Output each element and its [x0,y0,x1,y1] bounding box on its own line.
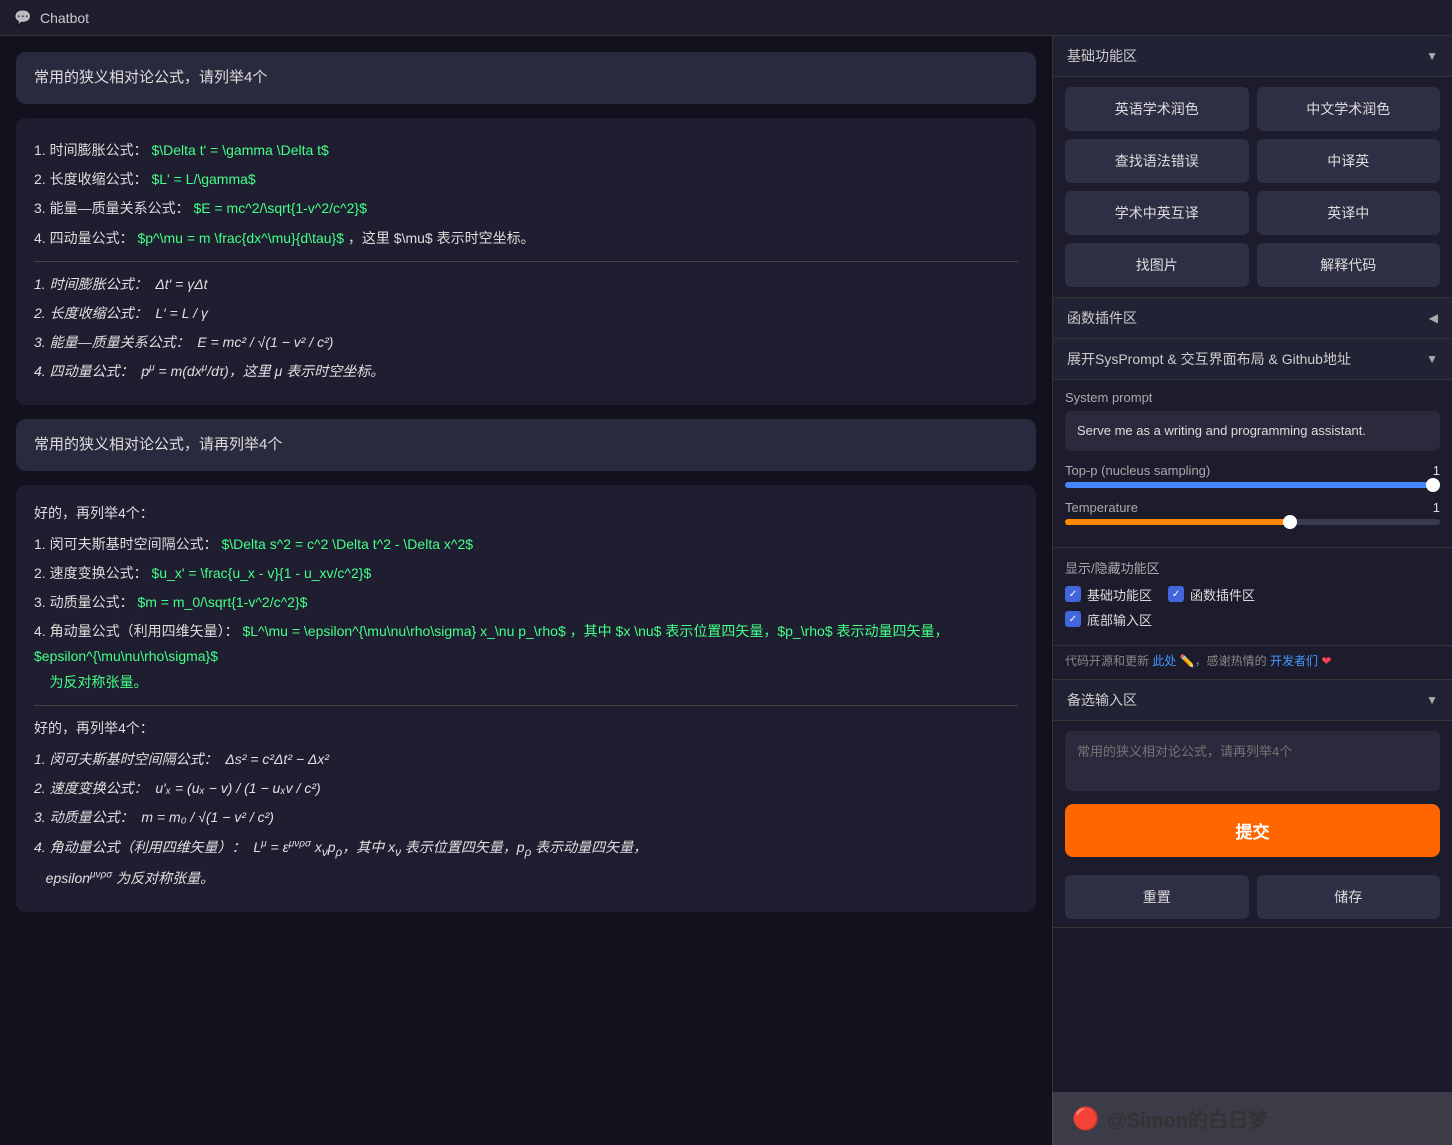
contributors-link[interactable]: 开发者们 [1270,654,1318,668]
source-text-after: ✏️，感谢热情的 [1180,654,1267,668]
temperature-track[interactable] [1065,519,1440,525]
assistant-message-1: 1. 时间膨胀公式： $\Delta t' = \gamma \Delta t$… [16,118,1036,405]
sysprompt-content: System prompt Serve me as a writing and … [1053,380,1452,548]
weibo-icon: 🔴 [1072,1106,1099,1132]
top-p-value: 1 [1433,463,1440,478]
alt-input-arrow: ▼ [1426,693,1438,707]
bottom-buttons: 重置 储存 [1053,867,1452,927]
user-message-1: 常用的狭义相对论公式，请列举4个 [16,52,1036,104]
plugin-section-header[interactable]: 函数插件区 ◀ [1053,298,1452,339]
temperature-label: Temperature [1065,500,1138,515]
chatbot-icon: 💬 [14,9,32,27]
btn-grammar-check[interactable]: 查找语法错误 [1065,139,1249,183]
visibility-section: 显示/隐藏功能区 ✓ 基础功能区 ✓ 函数插件区 ✓ 底部输入区 [1053,548,1452,646]
btn-english-polish[interactable]: 英语学术润色 [1065,87,1249,131]
basic-section-title: 基础功能区 [1067,46,1137,66]
btn-zh-to-en[interactable]: 中译英 [1257,139,1441,183]
user-text-1: 常用的狭义相对论公式，请列举4个 [34,69,267,86]
sysprompt-section-title: 展开SysPrompt & 交互界面布局 & Github地址 [1067,349,1351,369]
temperature-slider-group: Temperature 1 [1065,500,1440,525]
heart-icon: ❤ [1321,654,1331,668]
checkbox-plugin-box: ✓ [1168,586,1184,602]
top-bar-title: Chatbot [40,10,89,26]
user-text-2: 常用的狭义相对论公式，请再列举4个 [34,436,282,453]
submit-button[interactable]: 提交 [1065,804,1440,857]
right-panel: 基础功能区 ▼ 英语学术润色 中文学术润色 查找语法错误 中译英 学术中英互译 … [1052,36,1452,1145]
top-p-slider-group: Top-p (nucleus sampling) 1 [1065,463,1440,488]
btn-en-to-zh[interactable]: 英译中 [1257,191,1441,235]
top-p-fill [1065,482,1440,488]
user-message-2: 常用的狭义相对论公式，请再列举4个 [16,419,1036,471]
checkbox-basic-box: ✓ [1065,586,1081,602]
reset-button[interactable]: 重置 [1065,875,1249,919]
alt-input-textarea[interactable] [1065,731,1440,791]
chat-panel: 常用的狭义相对论公式，请列举4个 1. 时间膨胀公式： $\Delta t' =… [0,36,1052,1145]
temperature-value: 1 [1433,500,1440,515]
source-line: 代码开源和更新 此处 ✏️，感谢热情的 开发者们 ❤ [1053,646,1452,680]
checkbox-basic[interactable]: ✓ 基础功能区 [1065,585,1152,604]
system-prompt-value: Serve me as a writing and programming as… [1065,411,1440,451]
basic-section-arrow: ▼ [1426,49,1438,63]
top-p-label: Top-p (nucleus sampling) [1065,463,1210,478]
top-p-track[interactable] [1065,482,1440,488]
plugin-section-title: 函数插件区 [1067,308,1137,328]
top-bar: 💬 Chatbot [0,0,1452,36]
btn-explain-code[interactable]: 解释代码 [1257,243,1441,287]
checkbox-bottom-box: ✓ [1065,611,1081,627]
main-layout: 常用的狭义相对论公式，请列举4个 1. 时间膨胀公式： $\Delta t' =… [0,36,1452,1145]
basic-functions-grid: 英语学术润色 中文学术润色 查找语法错误 中译英 学术中英互译 英译中 找图片 … [1053,77,1452,298]
temperature-fill [1065,519,1290,525]
checkbox-plugin[interactable]: ✓ 函数插件区 [1168,585,1255,604]
btn-academic-translate[interactable]: 学术中英互译 [1065,191,1249,235]
alt-input-section: 备选输入区 ▼ 提交 重置 储存 [1053,680,1452,928]
source-text-before: 代码开源和更新 [1065,654,1149,668]
top-p-thumb[interactable] [1426,478,1440,492]
btn-find-image[interactable]: 找图片 [1065,243,1249,287]
btn-chinese-polish[interactable]: 中文学术润色 [1257,87,1441,131]
alt-input-title: 备选输入区 [1067,690,1137,710]
assistant-message-2: 好的，再列举4个： 1. 闵可夫斯基时空间隔公式： $\Delta s^2 = … [16,485,1036,912]
checkbox-bottom-input[interactable]: ✓ 底部输入区 [1065,610,1152,629]
plugin-section-arrow: ◀ [1429,311,1438,325]
save-button[interactable]: 储存 [1257,875,1441,919]
system-prompt-label: System prompt [1065,390,1440,405]
sysprompt-arrow: ▼ [1426,352,1438,366]
temperature-thumb[interactable] [1283,515,1297,529]
watermark-text: @Simon的白日梦 [1107,1104,1268,1133]
watermark: 🔴 @Simon的白日梦 [1052,1092,1452,1145]
sysprompt-section-header[interactable]: 展开SysPrompt & 交互界面布局 & Github地址 ▼ [1053,339,1452,380]
source-link[interactable]: 此处 [1152,654,1176,668]
visibility-title: 显示/隐藏功能区 [1065,558,1440,577]
alt-input-header[interactable]: 备选输入区 ▼ [1053,680,1452,721]
basic-section-header[interactable]: 基础功能区 ▼ [1053,36,1452,77]
